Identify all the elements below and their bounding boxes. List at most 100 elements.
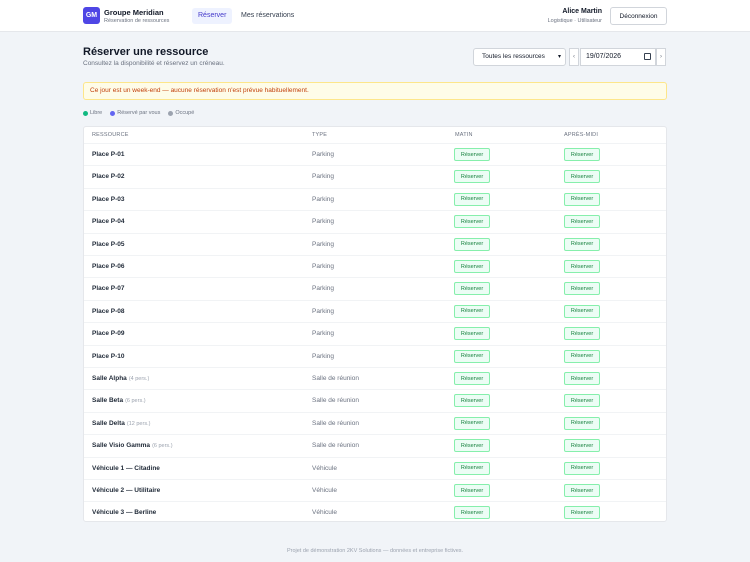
nav-tab-mes-reservations[interactable]: Mes réservations — [235, 8, 300, 24]
reserve-morning-button[interactable]: Réserver — [454, 416, 490, 430]
resource-filter-value: Toutes les ressources — [482, 53, 545, 60]
reserve-afternoon-button[interactable]: Réserver — [564, 148, 600, 161]
reserve-afternoon-button[interactable]: Réserver — [564, 461, 600, 475]
reserve-morning-button[interactable]: Réserver — [454, 215, 490, 229]
reserve-afternoon-button[interactable]: Réserver — [564, 327, 600, 341]
table-row: Place P-02 Parking Réserver Réserver — [84, 165, 666, 187]
reserve-morning-button[interactable]: Réserver — [454, 349, 490, 363]
reserve-afternoon-button[interactable]: Réserver — [564, 506, 600, 520]
table-row: Place P-01 Parking Réserver Réserver — [84, 143, 666, 165]
date-input[interactable]: 19/07/2026 — [580, 48, 656, 66]
reserve-morning-button[interactable]: Réserver — [454, 506, 490, 520]
resource-type: Parking — [312, 352, 335, 360]
reserve-morning-button[interactable]: Réserver — [454, 237, 490, 251]
reserve-afternoon-button[interactable]: Réserver — [564, 215, 600, 229]
chevron-down-icon: ▾ — [557, 54, 561, 60]
reserve-afternoon-button[interactable]: Réserver — [564, 394, 600, 408]
reserve-afternoon-button[interactable]: Réserver — [564, 170, 600, 184]
legend-dot-icon — [110, 110, 116, 116]
resource-type: Parking — [312, 173, 335, 181]
reserve-morning-button[interactable]: Réserver — [454, 304, 490, 318]
resource-type: Parking — [312, 330, 335, 338]
reserve-afternoon-button[interactable]: Réserver — [564, 282, 600, 296]
top-bar: GM Groupe Meridian Réservation de ressou… — [0, 0, 750, 32]
reserve-morning-button[interactable]: Réserver — [454, 282, 490, 296]
resource-type: Salle de réunion — [312, 419, 359, 427]
reserve-morning-button[interactable]: Réserver — [454, 148, 490, 161]
table-row: Salle Visio Gamma (6 pers.) Salle de réuni… — [84, 434, 666, 456]
resource-capacity: (4 pers.) — [128, 376, 150, 382]
resource-type: Salle de réunion — [312, 375, 359, 382]
reserve-morning-button[interactable]: Réserver — [454, 394, 490, 408]
page-title: Réserver une ressource — [83, 46, 209, 58]
reserve-morning-button[interactable]: Réserver — [454, 192, 490, 206]
resource-name: Place P-01 — [92, 151, 125, 158]
resource-name: Place P-09 — [92, 330, 125, 338]
resource-type: Parking — [312, 307, 335, 315]
reserve-morning-button[interactable]: Réserver — [454, 260, 490, 273]
resource-capacity: (6 pers.) — [152, 443, 173, 450]
footer-note: Projet de démonstration 2KV Solutions — … — [286, 548, 464, 554]
table-row: Place P-03 Parking Réserver Réserver — [84, 187, 666, 210]
table-row: Salle Delta (12 pers.) Salle de réunion Rés… — [84, 411, 666, 434]
page-subtitle: Consultez la disponibilité et réservez u… — [83, 60, 225, 67]
weekend-alert: Ce jour est un week-end — aucune réserva… — [83, 82, 667, 100]
prev-day-button[interactable]: ‹ — [569, 48, 579, 66]
resource-type: Parking — [312, 218, 335, 226]
resource-type: Parking — [312, 240, 335, 248]
reserve-morning-button[interactable]: Réserver — [454, 170, 490, 184]
resource-name: Salle Visio Gamma (6 pers.) — [92, 442, 173, 450]
table-row: Véhicule 1 — Citadine Véhicule Réserver Rés… — [84, 456, 666, 479]
reserve-afternoon-button[interactable]: Réserver — [564, 304, 600, 318]
resource-name: Véhicule 1 — Citadine — [92, 464, 160, 472]
reserve-morning-button[interactable]: Réserver — [454, 372, 490, 385]
resource-type: Parking — [312, 195, 335, 203]
user-name: Alice Martin — [562, 8, 602, 15]
resource-capacity: (12 pers.) — [126, 420, 151, 427]
next-day-button[interactable]: › — [656, 48, 666, 66]
resource-name: Place P-02 — [92, 173, 125, 181]
resource-name: Place P-04 — [92, 218, 125, 226]
nav-tab-reserver[interactable]: Réserver — [192, 8, 233, 24]
resource-name: Place P-08 — [92, 307, 125, 315]
reserve-afternoon-button[interactable]: Réserver — [564, 484, 600, 497]
reserve-morning-button[interactable]: Réserver — [454, 461, 490, 475]
header-type: TYPE — [312, 132, 328, 138]
table-row: Véhicule 2 — Utilitaire Véhicule Réserver R… — [84, 479, 666, 501]
resource-type: Salle de réunion — [312, 397, 359, 405]
reserve-afternoon-button[interactable]: Réserver — [564, 237, 600, 251]
reserve-afternoon-button[interactable]: Réserver — [564, 372, 600, 385]
table-row: Place P-07 Parking Réserver Réserver — [84, 277, 666, 299]
resource-name: Place P-07 — [92, 285, 125, 293]
reserve-morning-button[interactable]: Réserver — [454, 327, 490, 341]
header-apres-midi: APRÈS-MIDI — [564, 132, 599, 138]
reserve-morning-button[interactable]: Réserver — [454, 484, 490, 497]
legend: Libre Réservé par vous Occupé — [83, 110, 194, 116]
resource-name: Place P-03 — [92, 195, 125, 203]
table-row: Place P-05 Parking Réserver Réserver — [84, 232, 666, 255]
resource-name: Véhicule 3 — Berline — [92, 509, 157, 517]
reserve-afternoon-button[interactable]: Réserver — [564, 349, 600, 363]
resource-type: Salle de réunion — [312, 442, 359, 450]
table-row: Place P-10 Parking Réserver Réserver — [84, 344, 666, 367]
resource-name: Place P-05 — [92, 240, 125, 248]
reserve-afternoon-button[interactable]: Réserver — [564, 439, 600, 453]
resource-table: RESSOURCE TYPE MATIN APRÈS-MIDI Place P-… — [83, 126, 667, 522]
brand-subtitle: Réservation de ressources — [104, 18, 170, 24]
logout-button[interactable]: Déconnexion — [610, 7, 667, 25]
reserve-afternoon-button[interactable]: Réserver — [564, 192, 600, 206]
resource-type: Parking — [312, 285, 335, 293]
reserve-afternoon-button[interactable]: Réserver — [564, 416, 600, 430]
reserve-morning-button[interactable]: Réserver — [454, 439, 490, 453]
resource-capacity: (6 pers.) — [125, 398, 146, 405]
resource-type: Parking — [312, 263, 335, 270]
calendar-icon[interactable] — [644, 53, 651, 60]
table-row: Place P-08 Parking Réserver Réserver — [84, 299, 666, 322]
legend-dot-icon — [83, 110, 88, 116]
resource-name: Véhicule 2 — Utilitaire — [92, 487, 161, 494]
resource-type: Véhicule — [312, 464, 337, 472]
resource-filter-select[interactable]: Toutes les ressources ▾ — [473, 48, 566, 66]
reserve-afternoon-button[interactable]: Réserver — [564, 260, 600, 273]
resource-type: Véhicule — [312, 509, 337, 517]
table-row: Place P-09 Parking Réserver Réserver — [84, 322, 666, 344]
